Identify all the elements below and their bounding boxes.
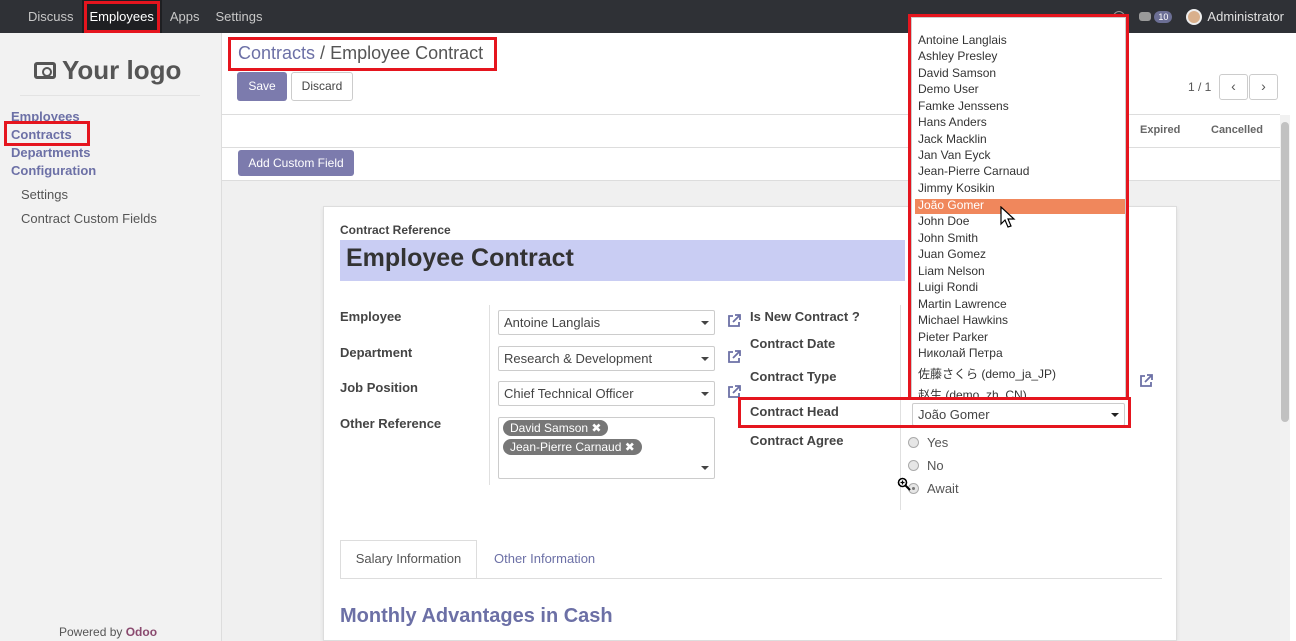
sidebar-item-settings[interactable]: Settings (21, 187, 68, 202)
radio-await-label: Await (927, 481, 959, 496)
job-position-select[interactable]: Chief Technical Officer (498, 381, 715, 406)
camera-icon (34, 62, 56, 79)
scrollbar-thumb[interactable] (1281, 122, 1289, 422)
sidebar-item-contract-custom-fields[interactable]: Contract Custom Fields (21, 211, 157, 226)
chevron-down-icon (701, 357, 709, 361)
external-link-icon[interactable] (726, 349, 742, 365)
section-title: Monthly Advantages in Cash (340, 605, 613, 627)
powered-by-text: Powered by (59, 625, 123, 639)
tag-jean-pierre-carnaud[interactable]: Jean-Pierre Carnaud ✖ (503, 439, 642, 455)
radio-no[interactable] (908, 460, 919, 471)
divider (20, 95, 200, 96)
nav-settings[interactable]: Settings (207, 0, 270, 33)
contract-type-label: Contract Type (750, 369, 837, 384)
radio-yes-label: Yes (927, 435, 949, 450)
chat-count-badge: 10 (1154, 10, 1173, 23)
company-logo[interactable]: Your logo (34, 55, 181, 86)
zoom-cursor-icon (897, 477, 911, 491)
annotation-box-dropdown (908, 14, 1129, 400)
department-label: Department (340, 345, 413, 360)
avatar (1186, 8, 1203, 25)
employee-select[interactable]: Antoine Langlais (498, 310, 715, 335)
nav-apps[interactable]: Apps (162, 0, 208, 33)
department-value: Research & Development (504, 351, 653, 366)
contract-date-label: Contract Date (750, 336, 836, 351)
employee-label: Employee (340, 309, 402, 324)
annotation-box-contracts (4, 121, 90, 146)
contract-agree-label: Contract Agree (750, 433, 844, 448)
is-new-contract-label: Is New Contract ? (750, 309, 860, 324)
divider (340, 578, 1162, 579)
user-name: Administrator (1207, 9, 1284, 24)
save-button[interactable]: Save (237, 72, 287, 101)
pager-value: 1 / 1 (1188, 80, 1212, 94)
nav-discuss[interactable]: Discuss (20, 0, 82, 33)
other-reference-label: Other Reference (340, 416, 442, 431)
user-menu[interactable]: Administrator (1186, 8, 1284, 25)
chevron-down-icon (701, 466, 709, 470)
external-link-icon[interactable] (726, 313, 742, 329)
contract-reference-input[interactable]: Employee Contract (340, 240, 905, 281)
divider (489, 305, 490, 485)
job-position-value: Chief Technical Officer (504, 386, 634, 401)
discard-button[interactable]: Discard (291, 72, 353, 101)
radio-no-label: No (927, 458, 944, 473)
chevron-down-icon (701, 392, 709, 396)
annotation-box-contract-head (738, 397, 1131, 428)
external-link-icon[interactable] (1138, 373, 1154, 389)
annotation-box-employees (84, 1, 160, 33)
department-select[interactable]: Research & Development (498, 346, 715, 371)
tag-david-samson[interactable]: David Samson ✖ (503, 420, 609, 436)
pager-prev-button[interactable]: ‹ (1219, 74, 1248, 100)
add-custom-field-button[interactable]: Add Custom Field (238, 150, 354, 176)
chevron-down-icon (701, 321, 709, 325)
status-expired[interactable]: Expired (1140, 124, 1180, 136)
messaging-menu[interactable]: 10 (1139, 10, 1173, 23)
chat-icon (1139, 12, 1152, 21)
logo-text: Your logo (62, 55, 182, 85)
contract-reference-label: Contract Reference (340, 223, 451, 237)
sidebar-item-configuration[interactable]: Configuration (11, 163, 96, 178)
annotation-box-breadcrumb (228, 37, 497, 71)
sidebar-item-departments[interactable]: Departments (11, 145, 90, 160)
job-position-label: Job Position (340, 380, 418, 395)
status-cancelled[interactable]: Cancelled (1211, 124, 1263, 136)
radio-yes[interactable] (908, 437, 919, 448)
tab-other-information[interactable]: Other Information (494, 551, 595, 566)
pager-next-button[interactable]: › (1249, 74, 1278, 100)
odoo-link[interactable]: Odoo (126, 625, 157, 639)
tab-salary-information[interactable]: Salary Information (340, 540, 477, 579)
employee-value: Antoine Langlais (504, 315, 601, 330)
powered-by: Powered by Odoo (59, 625, 157, 639)
